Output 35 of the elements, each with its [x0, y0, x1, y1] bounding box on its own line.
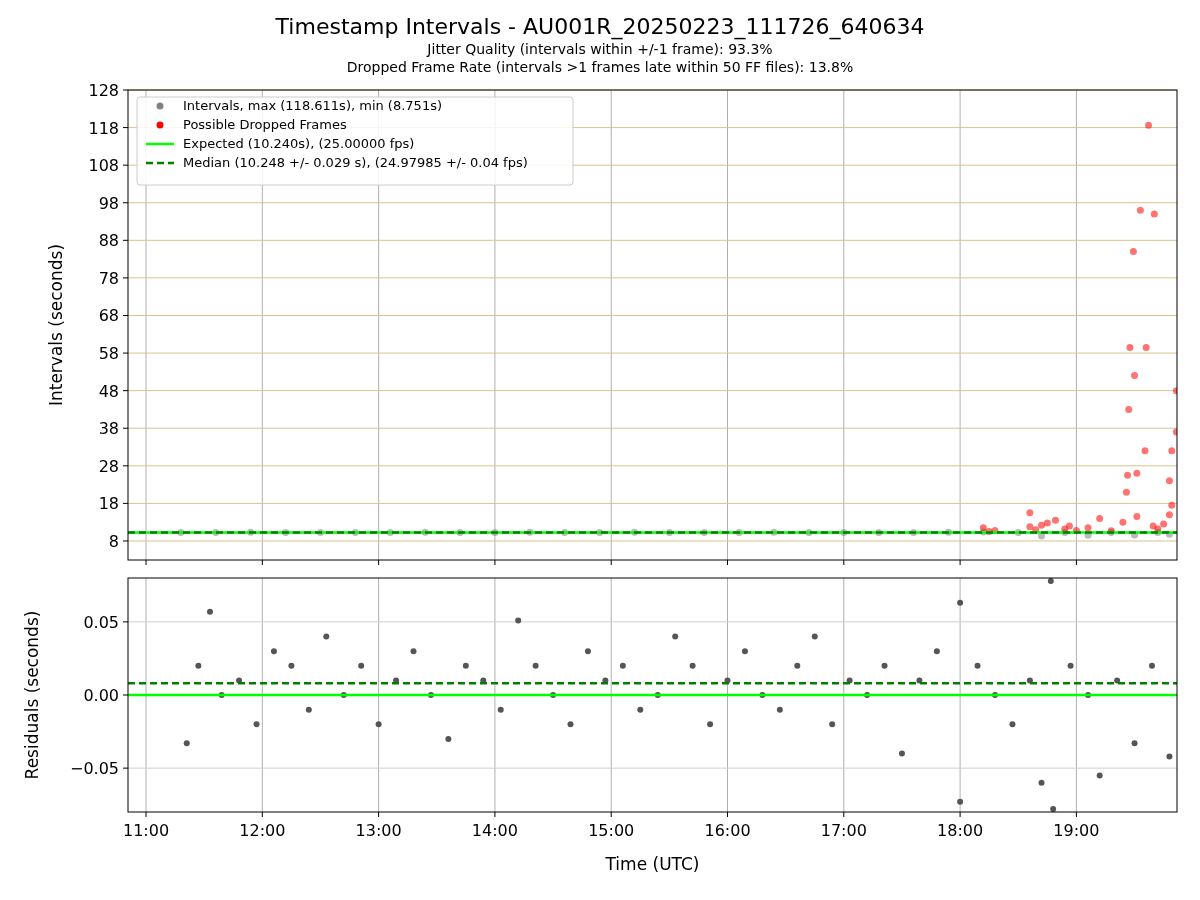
tick-label: 28 — [98, 456, 119, 476]
tick-label: 12:00 — [239, 821, 286, 840]
legend-label: Intervals, max (118.611s), min (8.751s) — [183, 98, 442, 113]
tick-label: 0.00 — [83, 686, 119, 705]
tick-label: 18:00 — [937, 821, 984, 840]
tick-label: 38 — [98, 419, 119, 439]
tick-label: 58 — [98, 344, 119, 364]
tick-label: 13:00 — [355, 821, 402, 840]
tick-label: −0.05 — [69, 759, 119, 779]
axis-title: Intervals (seconds) — [46, 243, 66, 407]
tick-label: 108 — [88, 156, 119, 176]
axis-title: Time (UTC) — [605, 854, 700, 874]
tick-label: 8 — [108, 532, 119, 551]
tick-label: 16:00 — [704, 821, 751, 840]
chart-subtitle: Dropped Frame Rate (intervals >1 frames late within 50 FF files): 13.8% — [346, 58, 854, 76]
chart-title: Timestamp Intervals - AU001R_20250223_111726_640634 — [275, 14, 925, 40]
tick-label: 78 — [98, 268, 119, 288]
tick-label: 88 — [98, 231, 119, 251]
tick-label: 11:00 — [122, 821, 170, 840]
tick-label: 68 — [98, 306, 119, 326]
tick-label: 14:00 — [471, 821, 518, 840]
tick-label: 128 — [88, 81, 119, 100]
tick-label: 0.05 — [83, 612, 119, 632]
tick-label: 118 — [88, 118, 119, 138]
tick-label: 18 — [98, 494, 119, 514]
legend-label: Possible Dropped Frames — [183, 117, 347, 132]
legend-label: Median (10.248 +/- 0.029 s), (24.97985 +/- 0.04 fps) — [183, 155, 528, 170]
tick-label: 19:00 — [1053, 821, 1100, 840]
legend-label: Expected (10.240s), (25.00000 fps) — [183, 136, 415, 151]
tick-label: 17:00 — [820, 821, 867, 840]
tick-label: 48 — [98, 381, 119, 401]
chart-subtitle: Jitter Quality (intervals within +/-1 frame): 93.3% — [427, 40, 773, 58]
axis-title: Residuals (seconds) — [22, 610, 42, 780]
tick-label: 98 — [98, 193, 119, 213]
tick-label: 15:00 — [588, 821, 635, 840]
